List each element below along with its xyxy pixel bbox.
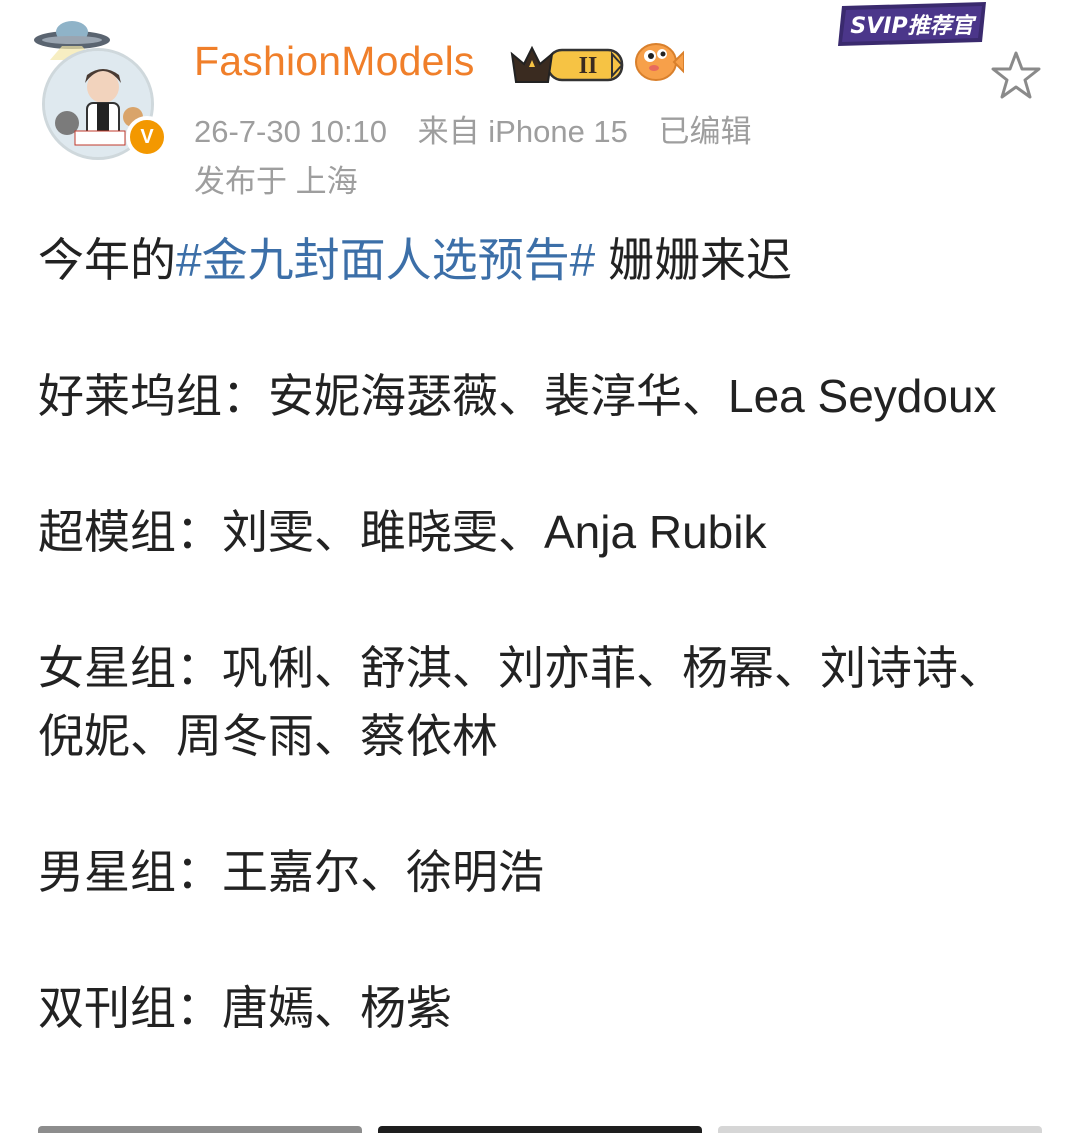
image-thumbnail[interactable] [38, 1126, 362, 1133]
image-thumbnail-strip [0, 1126, 1080, 1133]
fish-emoji-icon [635, 43, 684, 81]
intro-suffix: 姗姗来迟 [595, 234, 792, 286]
svip-badge-text: SVIP推荐官 [850, 13, 976, 39]
svip-recommender-badge-icon[interactable]: SVIP推荐官 [836, 0, 992, 48]
post-meta: 26-7-30 10:10 来自 iPhone 15 已编辑 [194, 106, 774, 151]
favorite-star-icon[interactable] [990, 50, 1042, 100]
membership-crown-badge-icon[interactable]: II [508, 40, 626, 88]
image-thumbnail[interactable] [718, 1126, 1042, 1133]
membership-level-text: II [579, 53, 598, 79]
author-name[interactable]: FashionModels [194, 38, 475, 85]
post-timestamp: 26-7-30 10:10 [194, 114, 388, 149]
hollywood-group: 好莱坞组：安妮海瑟薇、裴淳华、Lea Seydoux [38, 370, 997, 422]
verified-badge-icon: V [126, 116, 168, 158]
post-source: 来自 iPhone 15 [417, 114, 628, 149]
hashtag-link[interactable]: #金九封面人选预告# [176, 234, 595, 286]
actor-group: 男星组：王嘉尔、徐明浩 [38, 846, 544, 898]
post-content: 今年的#金九封面人选预告# 姗姗来迟 好莱坞组：安妮海瑟薇、裴淳华、Lea Se… [38, 226, 1038, 1110]
intro-prefix: 今年的 [38, 234, 176, 286]
author-avatar-group[interactable]: V [28, 14, 168, 164]
post-location: 发布于 上海 [194, 164, 358, 199]
actress-group: 女星组：巩俐、舒淇、刘亦菲、杨幂、刘诗诗、倪妮、周冬雨、蔡依林 [38, 642, 1004, 762]
image-thumbnail[interactable] [378, 1126, 702, 1133]
double-issue-group: 双刊组：唐嫣、杨紫 [38, 982, 452, 1034]
post-edited-label[interactable]: 已编辑 [659, 114, 752, 149]
supermodel-group: 超模组：刘雯、雎晓雯、Anja Rubik [38, 506, 767, 558]
intro-paragraph: 今年的#金九封面人选预告# 姗姗来迟 [38, 226, 1038, 294]
